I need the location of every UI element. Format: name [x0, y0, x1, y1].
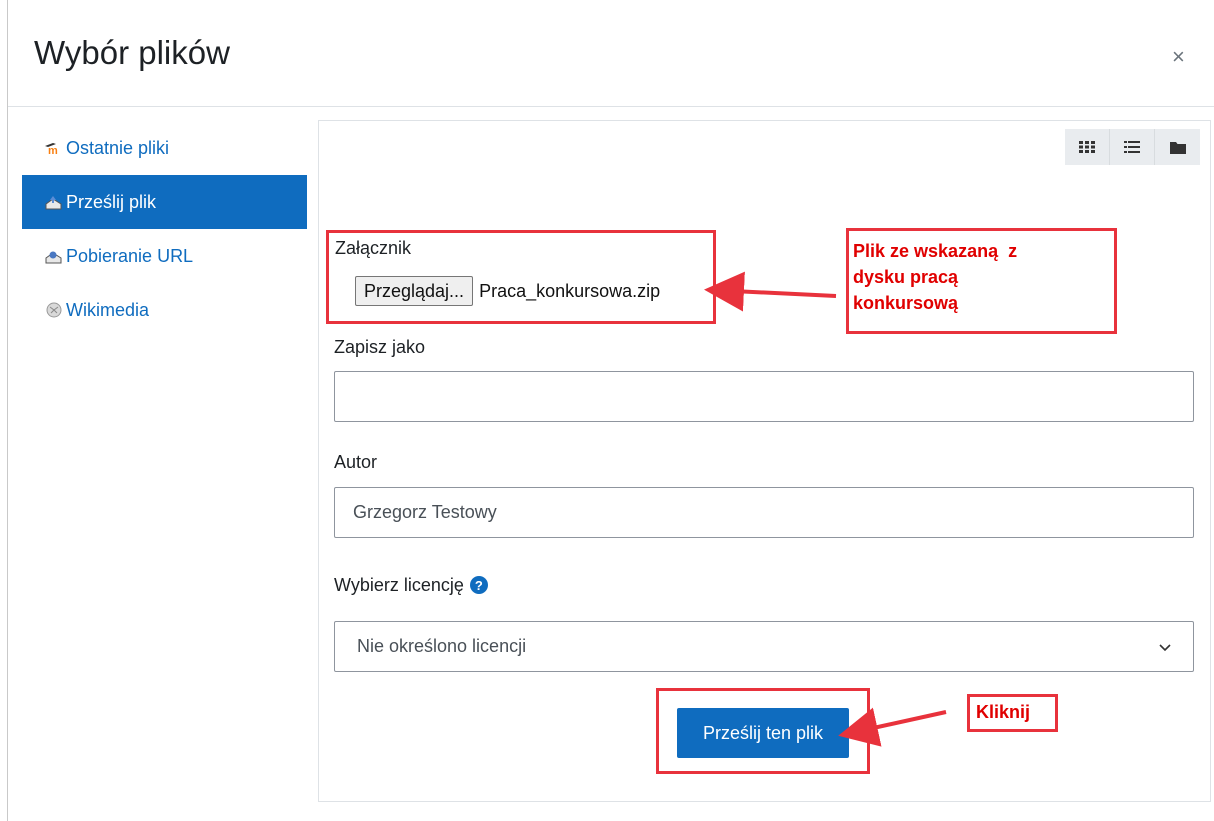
- grid-view-icon[interactable]: [1065, 129, 1110, 165]
- file-note-line: dysku pracą: [853, 267, 959, 287]
- file-note-line: konkursową: [853, 293, 959, 313]
- sidebar-item-wikimedia[interactable]: Wikimedia: [22, 283, 307, 337]
- attachment-highlight-box: [326, 230, 716, 324]
- submit-highlight-box: [656, 688, 870, 774]
- save-as-label: Zapisz jako: [334, 337, 426, 357]
- file-note-text: Plik ze wskazaną z dysku pracą konkursow…: [853, 238, 1017, 316]
- sidebar-item-upload[interactable]: Prześlij plik: [22, 175, 307, 229]
- author-label: Autor: [334, 452, 378, 472]
- help-icon[interactable]: ?: [469, 576, 488, 595]
- license-label-row: Wybierz licencję?: [334, 575, 488, 596]
- sidebar-item-recent-files[interactable]: m Ostatnie pliki: [22, 121, 307, 175]
- click-note-text: Kliknij: [976, 702, 1031, 722]
- file-note-line: Plik ze wskazaną z: [853, 241, 1018, 261]
- list-view-icon[interactable]: [1110, 129, 1155, 165]
- upload-icon: [44, 194, 63, 210]
- header-divider: [8, 106, 1214, 107]
- sidebar-item-label: Prześlij plik: [66, 191, 157, 212]
- wikimedia-icon: [44, 302, 63, 318]
- author-input[interactable]: Grzegorz Testowy: [334, 487, 1194, 538]
- view-toolbar: [1065, 129, 1200, 165]
- svg-text:m: m: [48, 145, 58, 155]
- url-download-icon: [44, 248, 63, 264]
- license-selected-value: Nie określono licencji: [357, 636, 527, 656]
- chevron-down-icon: [1159, 636, 1171, 657]
- sidebar-item-label: Pobieranie URL: [66, 245, 194, 266]
- folder-view-icon[interactable]: [1155, 129, 1200, 165]
- sidebar-item-label: Wikimedia: [66, 299, 150, 320]
- moodle-icon: m: [44, 140, 63, 156]
- sidebar-item-label: Ostatnie pliki: [66, 137, 170, 158]
- dialog-left-border: [7, 0, 8, 821]
- dialog-title: Wybór plików: [34, 34, 230, 71]
- repository-sidebar: m Ostatnie pliki Prześlij plik Pobierani…: [22, 121, 307, 337]
- license-label: Wybierz licencję: [334, 575, 464, 595]
- license-select[interactable]: Nie określono licencji: [334, 621, 1194, 672]
- save-as-input[interactable]: [334, 371, 1194, 422]
- sidebar-item-url-download[interactable]: Pobieranie URL: [22, 229, 307, 283]
- close-icon[interactable]: ×: [1172, 46, 1185, 68]
